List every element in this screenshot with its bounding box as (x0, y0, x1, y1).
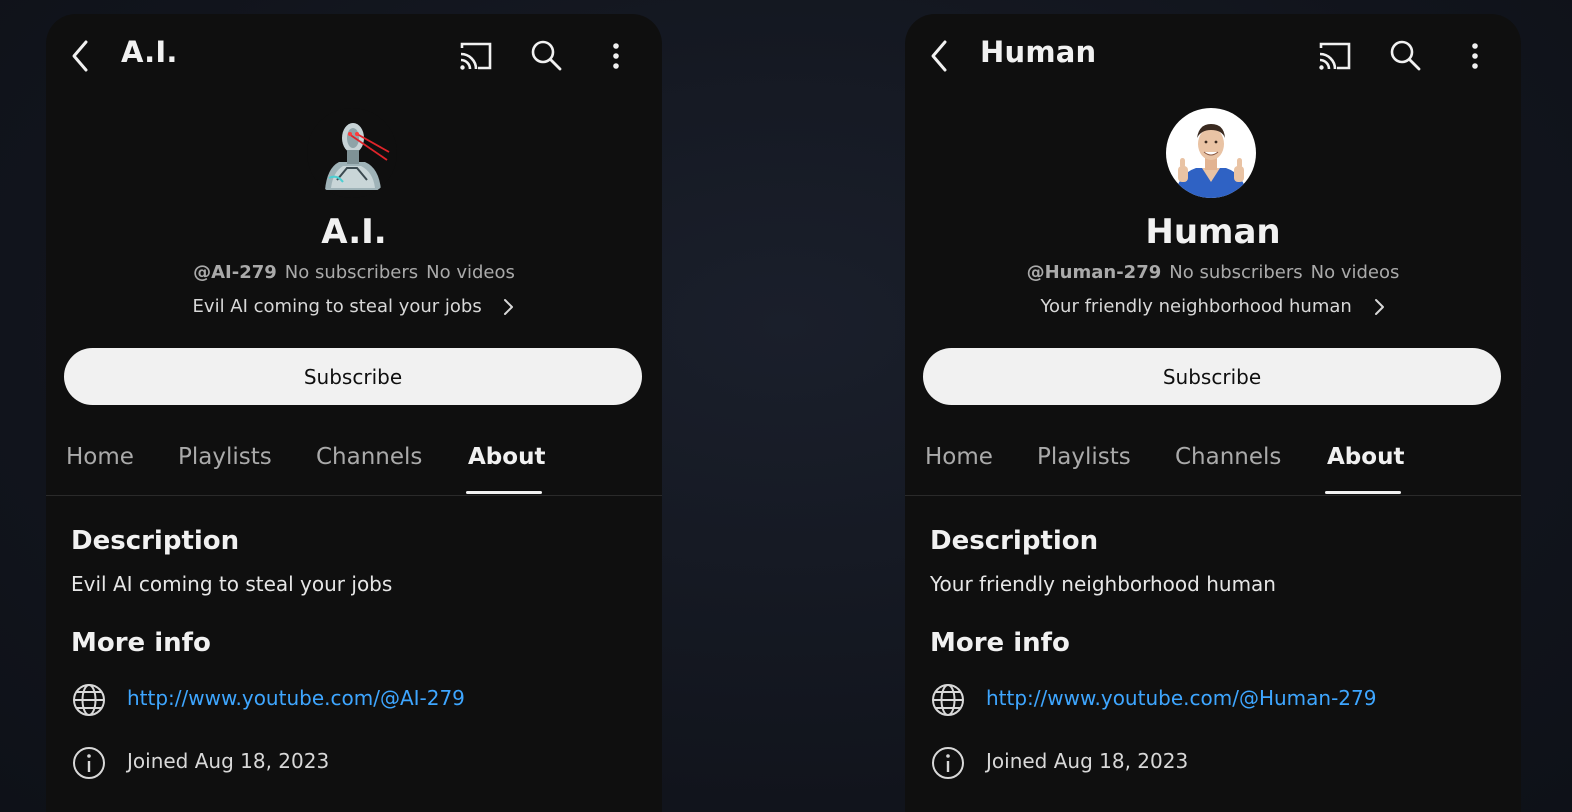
description-text: Your friendly neighborhood human (930, 572, 1276, 596)
channel-handle: @Human-279 (1026, 262, 1162, 283)
back-arrow-icon[interactable] (925, 36, 955, 76)
channel-meta: @Human-279 No subscribers No videos (905, 262, 1521, 283)
top-app-bar: Human (905, 14, 1521, 98)
tab-playlists[interactable]: Playlists (178, 444, 272, 470)
tab-channels[interactable]: Channels (316, 444, 422, 470)
channel-tagline[interactable]: Your friendly neighborhood human (905, 296, 1521, 317)
subscriber-count: No subscribers (284, 262, 419, 283)
chevron-right-icon (1374, 299, 1384, 315)
tab-home[interactable]: Home (925, 444, 993, 470)
globe-icon (73, 684, 105, 716)
more-vert-icon[interactable] (604, 38, 628, 74)
info-icon (932, 747, 964, 779)
chevron-right-icon (504, 299, 514, 315)
more-vert-icon[interactable] (1463, 38, 1487, 74)
active-tab-indicator (466, 491, 542, 494)
channel-panel-human: Human Human @Human-279 No subscribers No… (905, 14, 1521, 812)
tab-channels[interactable]: Channels (1175, 444, 1281, 470)
cast-icon[interactable] (1317, 40, 1353, 72)
channel-meta: @AI-279 No subscribers No videos (46, 262, 662, 283)
description-text: Evil AI coming to steal your jobs (71, 572, 393, 596)
channel-tabs: Home Playlists Channels About (905, 438, 1521, 496)
top-bar-title: Human (980, 35, 1097, 69)
channel-tabs: Home Playlists Channels About (46, 438, 662, 496)
subscribe-button[interactable]: Subscribe (64, 348, 642, 405)
channel-name: Human (1145, 212, 1281, 252)
cast-icon[interactable] (458, 40, 494, 72)
tagline-text: Evil AI coming to steal your jobs (192, 296, 482, 317)
video-count: No videos (1310, 262, 1400, 283)
subscriber-count: No subscribers (1169, 262, 1303, 283)
human-avatar[interactable] (1166, 108, 1256, 198)
channel-name: A.I. (321, 212, 387, 252)
more-info-heading: More info (930, 628, 1070, 658)
joined-date: Joined Aug 18, 2023 (127, 749, 330, 773)
robot-avatar[interactable] (307, 108, 397, 198)
top-bar-title: A.I. (121, 35, 178, 69)
more-info-heading: More info (71, 628, 211, 658)
joined-date: Joined Aug 18, 2023 (986, 749, 1189, 773)
tagline-text: Your friendly neighborhood human (1040, 296, 1352, 317)
channel-panel-ai: A.I. A.I. @AI-279 No subscribers No vide… (46, 14, 662, 812)
video-count: No videos (426, 262, 515, 283)
subscribe-button[interactable]: Subscribe (923, 348, 1501, 405)
tab-about[interactable]: About (468, 444, 545, 470)
channel-tagline[interactable]: Evil AI coming to steal your jobs (46, 296, 662, 317)
channel-handle: @AI-279 (193, 262, 277, 283)
top-app-bar: A.I. (46, 14, 662, 98)
tab-home[interactable]: Home (66, 444, 134, 470)
description-heading: Description (71, 526, 240, 556)
globe-icon (932, 684, 964, 716)
search-icon[interactable] (1388, 38, 1422, 72)
active-tab-indicator (1325, 491, 1401, 494)
description-heading: Description (930, 526, 1099, 556)
channel-link[interactable]: http://www.youtube.com/@Human-279 (986, 686, 1376, 710)
channel-link[interactable]: http://www.youtube.com/@AI-279 (127, 686, 465, 710)
tab-playlists[interactable]: Playlists (1037, 444, 1131, 470)
search-icon[interactable] (529, 38, 563, 72)
info-icon (73, 747, 105, 779)
back-arrow-icon[interactable] (66, 36, 96, 76)
stage: A.I. A.I. @AI-279 No subscribers No vide… (0, 0, 1572, 812)
tab-about[interactable]: About (1327, 444, 1404, 470)
